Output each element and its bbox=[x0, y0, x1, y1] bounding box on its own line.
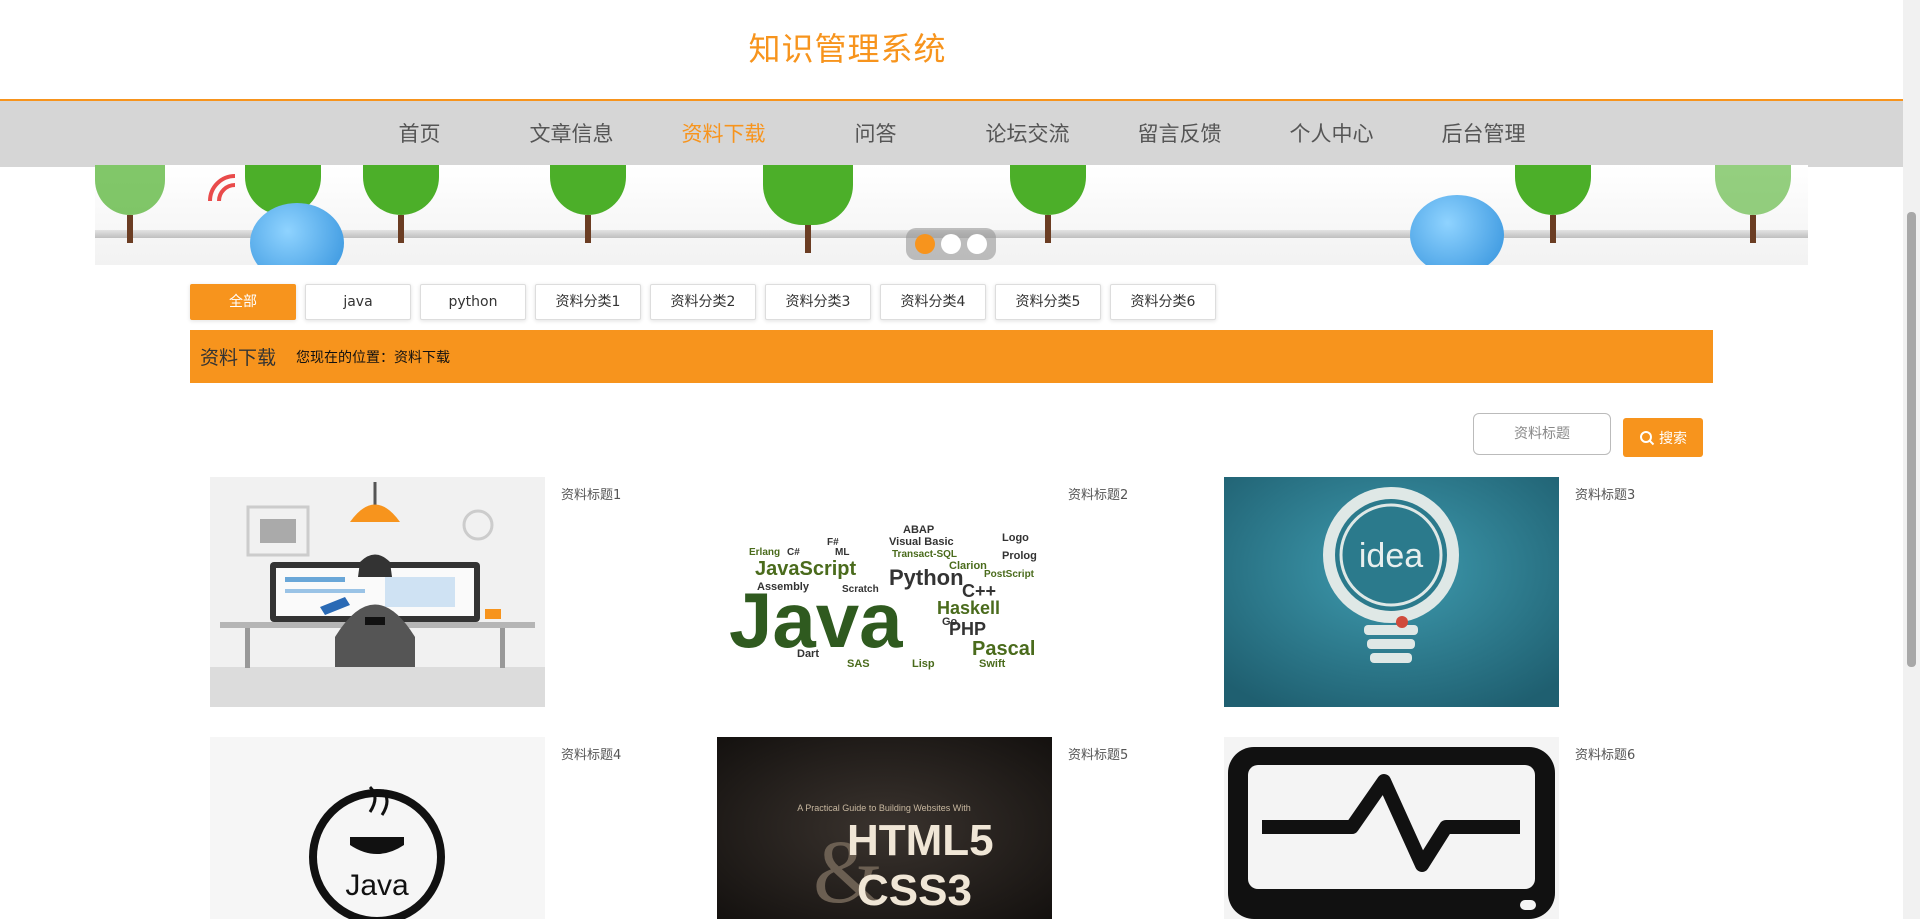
book-subtitle: A Practical Guide to Building Websites W… bbox=[797, 803, 970, 813]
word-cloud-word: Haskell bbox=[937, 598, 1000, 618]
breadcrumb-location: 您现在的位置：资料下载 bbox=[296, 349, 451, 366]
word-cloud-word: Erlang bbox=[749, 547, 780, 558]
word-cloud-word: SAS bbox=[847, 658, 870, 670]
breadcrumb-title: 资料下载 bbox=[200, 347, 277, 369]
nav-item-profile[interactable]: 个人中心 bbox=[1256, 101, 1408, 167]
tree-decoration bbox=[1715, 165, 1791, 243]
tree-decoration bbox=[763, 165, 853, 253]
site-title: 知识管理系统 bbox=[748, 30, 947, 68]
word-cloud-word: F# bbox=[827, 537, 839, 548]
tree-decoration bbox=[1515, 165, 1591, 243]
resource-card-image[interactable]: idea bbox=[1224, 477, 1559, 707]
word-cloud-word: C++ bbox=[962, 581, 996, 601]
word-cloud-word: Visual Basic bbox=[889, 536, 954, 548]
filter-category-6[interactable]: 资料分类6 bbox=[1110, 284, 1216, 320]
resource-card-image[interactable]: A Practical Guide to Building Websites W… bbox=[717, 737, 1052, 919]
tree-decoration bbox=[363, 165, 439, 243]
resource-card-title[interactable]: 资料标题1 bbox=[561, 484, 621, 503]
filter-category-3[interactable]: 资料分类3 bbox=[765, 284, 871, 320]
nav-item-admin[interactable]: 后台管理 bbox=[1408, 101, 1560, 167]
programmer-illustration bbox=[210, 477, 545, 707]
word-cloud-word: JavaScript bbox=[755, 558, 857, 580]
nav-item-downloads[interactable]: 资料下载 bbox=[648, 101, 800, 167]
word-cloud-word: Pascal bbox=[972, 638, 1035, 660]
book-title-css3: CSS3 bbox=[857, 866, 972, 915]
word-cloud-word: PostScript bbox=[984, 569, 1035, 580]
main-nav: 首页 文章信息 资料下载 问答 论坛交流 留言反馈 个人中心 后台管理 bbox=[0, 99, 1903, 167]
nav-item-articles[interactable]: 文章信息 bbox=[496, 101, 648, 167]
idea-word: idea bbox=[1359, 537, 1423, 575]
word-cloud-word: Transact-SQL bbox=[892, 549, 957, 560]
breadcrumb-bar: 资料下载 您现在的位置：资料下载 bbox=[190, 330, 1713, 383]
word-cloud-word: ABAP bbox=[903, 524, 934, 536]
resource-card-image[interactable] bbox=[210, 477, 545, 707]
resource-card-title[interactable]: 资料标题6 bbox=[1575, 744, 1635, 763]
resource-card-image[interactable] bbox=[1224, 737, 1559, 919]
word-cloud-word: Dart bbox=[797, 648, 819, 660]
monitor-pulse-icon bbox=[1224, 737, 1559, 919]
tree-decoration bbox=[1010, 165, 1086, 243]
filter-all[interactable]: 全部 bbox=[190, 284, 296, 320]
robot-icon bbox=[1410, 195, 1504, 265]
tree-decoration bbox=[550, 165, 626, 243]
carousel-indicators bbox=[906, 228, 996, 260]
category-filters: 全部 java python 资料分类1 资料分类2 资料分类3 资料分类4 资… bbox=[190, 284, 1216, 320]
carousel-dot[interactable] bbox=[941, 234, 961, 254]
word-cloud-word: ML bbox=[835, 547, 849, 558]
nav-item-home[interactable]: 首页 bbox=[344, 101, 496, 167]
word-cloud-word: Prolog bbox=[1002, 550, 1037, 562]
filter-java[interactable]: java bbox=[305, 284, 411, 320]
tree-decoration bbox=[95, 165, 165, 243]
resource-card-title[interactable]: 资料标题4 bbox=[561, 744, 621, 763]
word-cloud-word: Assembly bbox=[757, 581, 810, 593]
book-title-html5: HTML5 bbox=[847, 816, 994, 865]
nav-item-qa[interactable]: 问答 bbox=[800, 101, 952, 167]
word-cloud-word: Logo bbox=[1002, 532, 1029, 544]
filter-category-1[interactable]: 资料分类1 bbox=[535, 284, 641, 320]
nav-item-forum[interactable]: 论坛交流 bbox=[952, 101, 1104, 167]
filter-category-4[interactable]: 资料分类4 bbox=[880, 284, 986, 320]
java-logo-image: Java bbox=[210, 737, 545, 919]
word-cloud-word: Swift bbox=[979, 658, 1006, 670]
word-cloud-word: Scratch bbox=[842, 584, 879, 595]
scrollbar-thumb[interactable] bbox=[1907, 212, 1916, 667]
word-cloud-word: Clarion bbox=[949, 560, 987, 572]
word-cloud-word: Go bbox=[942, 616, 958, 628]
resource-card-image[interactable]: Java JavaScript Python Haskell PHP Pasca… bbox=[717, 477, 1052, 707]
html5-css3-book-image: A Practical Guide to Building Websites W… bbox=[717, 737, 1052, 919]
resource-card-title[interactable]: 资料标题2 bbox=[1068, 484, 1128, 503]
wifi-icon bbox=[208, 174, 236, 202]
resource-card-title[interactable]: 资料标题3 bbox=[1575, 484, 1635, 503]
carousel-dot[interactable] bbox=[967, 234, 987, 254]
java-word-cloud-image: Java JavaScript Python Haskell PHP Pasca… bbox=[729, 524, 1037, 670]
page-scrollbar[interactable] bbox=[1903, 0, 1920, 919]
search-button-label: 搜索 bbox=[1659, 430, 1687, 447]
word-cloud-word: C# bbox=[787, 547, 800, 558]
nav-item-feedback[interactable]: 留言反馈 bbox=[1104, 101, 1256, 167]
resource-card-title[interactable]: 资料标题5 bbox=[1068, 744, 1128, 763]
search-input[interactable] bbox=[1473, 413, 1611, 455]
word-cloud-word: Lisp bbox=[912, 658, 935, 670]
java-logo-word: Java bbox=[345, 869, 409, 902]
carousel-dot[interactable] bbox=[915, 234, 935, 254]
resource-card-image[interactable]: Java bbox=[210, 737, 545, 919]
search-icon bbox=[1640, 430, 1655, 445]
filter-python[interactable]: python bbox=[420, 284, 526, 320]
filter-category-5[interactable]: 资料分类5 bbox=[995, 284, 1101, 320]
idea-lightbulb-image: idea bbox=[1224, 477, 1559, 707]
search-button[interactable]: 搜索 bbox=[1623, 418, 1703, 457]
filter-category-2[interactable]: 资料分类2 bbox=[650, 284, 756, 320]
